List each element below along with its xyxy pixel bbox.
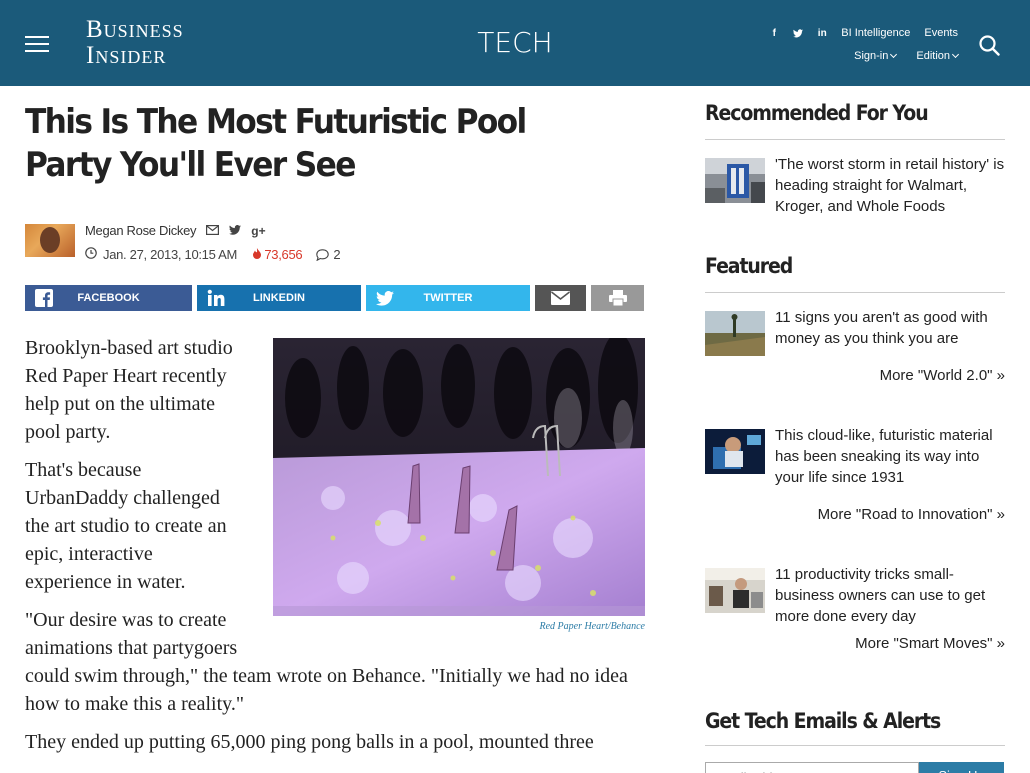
comment-icon: [316, 248, 330, 261]
bi-intelligence-link[interactable]: BI Intelligence: [841, 27, 910, 39]
divider: [705, 745, 1005, 746]
article-meta: Jan. 27, 2013, 10:15 AM 73,656 2: [85, 247, 341, 262]
comment-count[interactable]: 2: [316, 247, 341, 262]
facebook-icon[interactable]: f: [769, 28, 779, 39]
linkedin-icon[interactable]: in: [817, 28, 827, 39]
featured-thumbnail[interactable]: [705, 429, 765, 474]
share-email-button[interactable]: [535, 285, 586, 311]
more-world-link[interactable]: More "World 2.0" »: [880, 367, 1005, 384]
linkedin-icon: [207, 289, 225, 307]
photo-caption: Red Paper Heart/Behance: [539, 621, 645, 632]
share-facebook-button[interactable]: FACEBOOK: [25, 285, 192, 311]
twitter-icon: [376, 289, 394, 307]
share-twitter-button[interactable]: TWITTER: [366, 285, 530, 311]
article-paragraph: They ended up putting 65,000 ping pong b…: [25, 731, 594, 753]
chevron-down-icon: [951, 50, 960, 59]
search-icon[interactable]: [979, 35, 1000, 56]
recommended-headline[interactable]: 'The worst storm in retail history' is h…: [775, 154, 1007, 217]
chevron-down-icon: [890, 50, 898, 59]
divider: [705, 139, 1005, 140]
email-icon[interactable]: [206, 223, 220, 238]
article-figure: Red Paper Heart/Behance: [273, 338, 645, 634]
article-body: Red Paper Heart/Behance Brooklyn-based a…: [25, 334, 645, 766]
featured-headline[interactable]: This cloud-like, futuristic material has…: [775, 425, 1007, 488]
menu-icon[interactable]: [25, 36, 49, 52]
view-count: 73,656: [253, 247, 303, 262]
author-name[interactable]: Megan Rose Dickey: [85, 223, 197, 238]
featured-heading: Featured: [705, 254, 793, 278]
site-logo[interactable]: Business Insider: [86, 17, 184, 69]
emails-heading: Get Tech Emails & Alerts: [705, 709, 941, 733]
featured-headline[interactable]: 11 productivity tricks small-business ow…: [775, 564, 1007, 627]
clock-icon: [85, 247, 97, 262]
twitter-icon[interactable]: [229, 223, 242, 238]
print-icon: [608, 290, 627, 306]
header-links: f in BI Intelligence Events Sign-in Edit…: [769, 26, 960, 63]
flame-icon: [253, 248, 262, 259]
print-button[interactable]: [591, 285, 644, 311]
logo-line-1: Business: [86, 16, 184, 43]
recommended-thumbnail[interactable]: [705, 158, 765, 203]
section-title[interactable]: TECH: [440, 26, 590, 59]
signin-dropdown[interactable]: Sign-in: [854, 50, 898, 62]
google-plus-icon[interactable]: g+: [251, 224, 265, 238]
article-photo[interactable]: [273, 338, 645, 616]
view-count-value: 73,656: [264, 247, 303, 262]
email-field[interactable]: [705, 762, 919, 773]
logo-line-2: Insider: [86, 42, 167, 69]
email-icon: [551, 291, 570, 305]
featured-thumbnail[interactable]: [705, 311, 765, 356]
site-header: Business Insider TECH f in BI Intelligen…: [0, 0, 1030, 86]
divider: [705, 292, 1005, 293]
facebook-icon: [35, 289, 53, 307]
recommended-heading: Recommended For You: [705, 101, 929, 125]
signup-button[interactable]: Sign Up: [919, 762, 1004, 773]
events-link[interactable]: Events: [924, 27, 958, 39]
edition-label: Edition: [916, 50, 950, 62]
article-title: This Is The Most Futuristic Pool Party Y…: [25, 102, 527, 185]
twitter-icon[interactable]: [793, 28, 804, 38]
featured-headline[interactable]: 11 signs you aren't as good with money a…: [775, 307, 1007, 349]
signin-label: Sign-in: [854, 50, 889, 62]
share-linkedin-button[interactable]: LINKEDIN: [197, 285, 361, 311]
more-road-link[interactable]: More "Road to Innovation" »: [818, 506, 1005, 523]
more-smart-moves-link[interactable]: More "Smart Moves" »: [855, 635, 1005, 652]
comment-count-value: 2: [333, 247, 341, 262]
publish-date: Jan. 27, 2013, 10:15 AM: [103, 247, 238, 262]
edition-dropdown[interactable]: Edition: [916, 50, 960, 62]
author-avatar[interactable]: [25, 224, 75, 257]
author-line: Megan Rose Dickey g+: [85, 223, 266, 238]
featured-thumbnail[interactable]: [705, 568, 765, 613]
